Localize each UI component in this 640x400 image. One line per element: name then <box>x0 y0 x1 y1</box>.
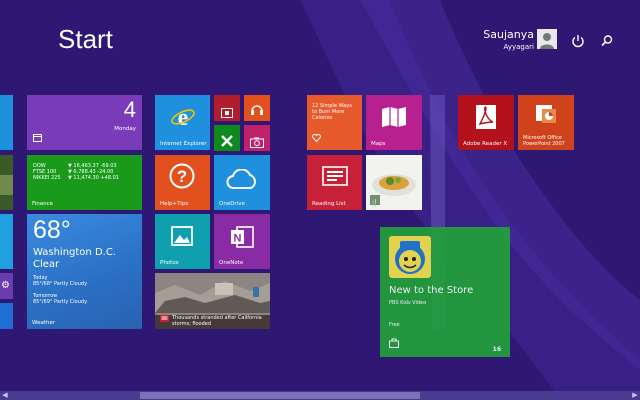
maps-label: Maps <box>371 141 386 147</box>
finance-row: NIKKEI 225 ▼ 11,474.30 +48.01 <box>33 175 119 181</box>
maps-tile[interactable]: Maps <box>366 95 422 150</box>
calendar-day-number: 4 <box>123 97 136 122</box>
scroll-left-icon[interactable]: ◀ <box>0 391 10 400</box>
photos-label: Photos <box>160 260 179 266</box>
svg-text:?: ? <box>177 167 187 186</box>
camera-tile[interactable] <box>244 125 270 151</box>
weather-temperature: 68° <box>33 216 71 244</box>
health-fitness-tile[interactable]: 12 Simple Ways to Burn More Calories <box>307 95 362 150</box>
video-icon <box>221 103 233 121</box>
finance-tile[interactable]: DOW ▼ 16,463.37 -69.03 FTSE 100 ▼ 6,788.43… <box>27 155 142 210</box>
photos-icon <box>171 226 193 250</box>
onenote-icon: N <box>229 224 255 254</box>
news-tile[interactable]: Thousands stranded after California stor… <box>155 273 270 329</box>
food-drink-icon: 🍴 <box>370 199 379 207</box>
reading-list-tile[interactable]: Reading List <box>307 155 362 210</box>
camera-icon <box>250 133 264 151</box>
search-icon[interactable] <box>599 33 615 49</box>
partial-tile-blue[interactable] <box>0 95 13 150</box>
scroll-right-icon[interactable]: ▶ <box>630 391 640 400</box>
health-fitness-text: 12 Simple Ways to Burn More Calories <box>312 103 352 121</box>
store-count: 16 <box>492 346 501 353</box>
onenote-tile[interactable]: N OneNote <box>214 214 270 269</box>
weather-condition: Clear <box>33 259 60 270</box>
calendar-weekday: Monday <box>114 126 136 132</box>
onedrive-label: OneDrive <box>219 201 245 207</box>
pbs-kids-logo <box>389 236 431 278</box>
powerpoint-label: Microsoft Office PowerPoint 2007 <box>523 135 565 147</box>
svg-text:e: e <box>178 105 189 129</box>
user-last-name[interactable]: Ayyagari <box>504 43 534 51</box>
power-icon[interactable] <box>570 33 586 49</box>
internet-explorer-tile[interactable]: e Internet Explorer <box>155 95 210 150</box>
gear-icon: ⚙ <box>1 280 10 291</box>
powerpoint-icon <box>534 103 558 129</box>
powerpoint-tile[interactable]: Microsoft Office PowerPoint 2007 <box>518 95 574 150</box>
games-tile[interactable] <box>214 125 240 151</box>
user-first-name[interactable]: Saujanya <box>483 28 534 41</box>
weather-today-forecast: 85°/68° Partly Cloudy <box>33 281 88 287</box>
video-tile[interactable] <box>214 95 240 121</box>
partial-tile-settings[interactable]: ⚙ <box>0 273 13 299</box>
reading-list-label: Reading List <box>312 201 346 207</box>
onenote-label: OneNote <box>219 260 244 266</box>
news-headline: Thousands stranded after California stor… <box>172 315 262 327</box>
reading-list-icon <box>322 166 348 190</box>
partial-tile-photo[interactable] <box>0 155 13 210</box>
store-price: Free <box>389 322 400 328</box>
music-tile[interactable] <box>244 95 270 121</box>
onedrive-tile[interactable]: OneDrive <box>214 155 270 210</box>
weather-tile[interactable]: 68° Washington D.C. Clear Today 85°/68° … <box>27 214 142 329</box>
internet-explorer-icon: e <box>170 105 196 133</box>
adobe-reader-icon <box>474 104 498 134</box>
heart-icon <box>312 127 321 146</box>
finance-rows: DOW ▼ 16,463.37 -69.03 FTSE 100 ▼ 6,788.43… <box>33 163 138 181</box>
store-tile[interactable]: New to the Store PBS Kids Video Free 16 <box>380 227 510 357</box>
help-tips-label: Help+Tips <box>160 201 189 207</box>
news-icon <box>160 307 169 326</box>
help-tips-tile[interactable]: ? Help+Tips <box>155 155 210 210</box>
calendar-tile[interactable]: 4 Monday <box>27 95 142 150</box>
adobe-reader-tile[interactable]: Adobe Reader X <box>458 95 514 150</box>
avatar[interactable] <box>537 29 557 49</box>
store-title: New to the Store <box>389 285 474 296</box>
finance-label: Finance <box>32 201 54 207</box>
svg-text:N: N <box>234 233 242 245</box>
food-drink-tile[interactable]: 🍴 <box>366 155 422 210</box>
page-title: Start <box>58 24 113 54</box>
weather-tomorrow-forecast: 85°/69° Partly Cloudy <box>33 299 88 305</box>
internet-explorer-label: Internet Explorer <box>160 141 207 147</box>
weather-location: Washington D.C. <box>33 247 116 258</box>
partial-tile-desktop[interactable] <box>0 303 13 329</box>
store-subtitle: PBS Kids Video <box>389 300 427 306</box>
headphones-icon <box>250 101 264 120</box>
xbox-icon <box>221 132 233 151</box>
photos-tile[interactable]: Photos <box>155 214 210 269</box>
cloud-icon <box>226 168 258 193</box>
adobe-reader-label: Adobe Reader X <box>463 141 508 147</box>
help-icon: ? <box>169 163 195 193</box>
weather-label: Weather <box>32 320 56 326</box>
scrollbar-thumb[interactable] <box>140 392 420 399</box>
store-icon <box>389 333 399 352</box>
calendar-icon <box>33 127 42 146</box>
partial-tile-cyan[interactable] <box>0 214 13 269</box>
maps-icon <box>381 106 407 132</box>
